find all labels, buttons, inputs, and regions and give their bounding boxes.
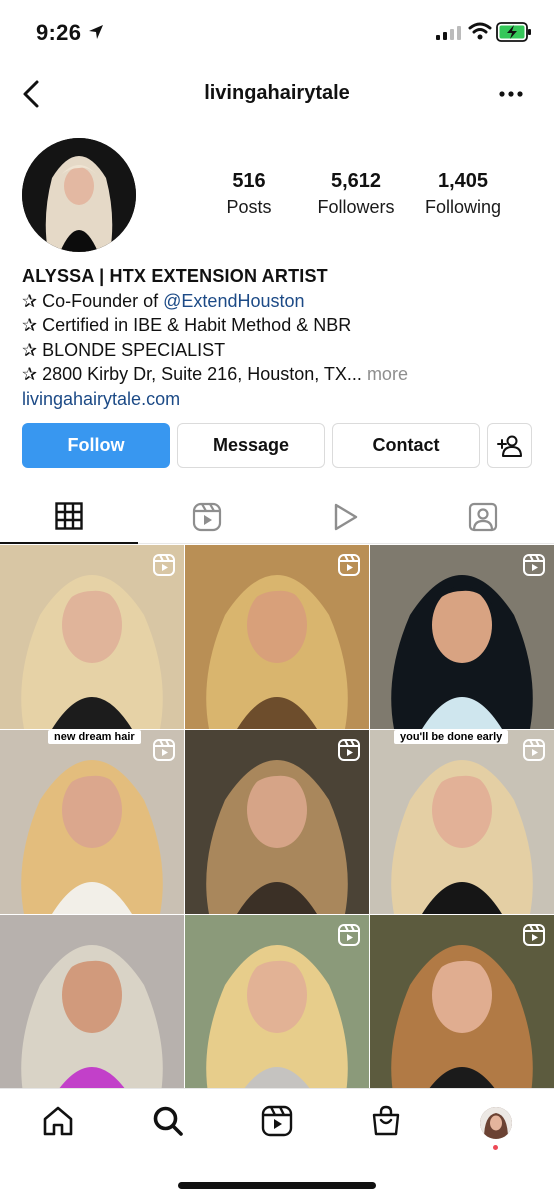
reel-badge-icon xyxy=(338,554,360,576)
tab-videos[interactable] xyxy=(276,490,414,544)
post-caption-overlay: you'll be done early xyxy=(394,730,509,744)
grid-post[interactable] xyxy=(0,915,184,1099)
reel-badge-icon xyxy=(338,739,360,761)
contact-button[interactable]: Contact xyxy=(332,423,480,468)
tab-tagged[interactable] xyxy=(414,490,552,544)
home-indicator[interactable] xyxy=(178,1182,376,1189)
following-count: 1,405 xyxy=(437,170,489,192)
posts-count: 516 xyxy=(232,170,266,192)
posts-stat[interactable]: 516 Posts xyxy=(189,170,309,218)
grid-post[interactable]: you'll be done early xyxy=(370,730,554,914)
bio-text: ✰ 2800 Kirby Dr, Suite 216, Houston, TX.… xyxy=(22,364,362,385)
suggest-people-button[interactable] xyxy=(487,423,532,468)
profile-tabs xyxy=(0,490,554,544)
tab-reels[interactable] xyxy=(138,490,276,544)
reel-badge-icon xyxy=(523,554,545,576)
wifi-icon xyxy=(468,22,492,40)
tagged-icon xyxy=(468,502,498,532)
search-icon[interactable] xyxy=(152,1105,184,1137)
tab-grid[interactable] xyxy=(0,490,138,544)
clock-time: 9:26 xyxy=(36,20,82,45)
reel-badge-icon xyxy=(153,739,175,761)
reel-badge-icon xyxy=(153,554,175,576)
bio-more-link[interactable]: more xyxy=(362,364,408,384)
reel-badge-icon xyxy=(523,739,545,761)
video-play-icon xyxy=(334,503,358,531)
post-caption-overlay: new dream hair xyxy=(48,730,141,744)
profile-header: livingahairytale xyxy=(0,70,554,118)
following-label: Following xyxy=(424,197,502,217)
status-bar: 9:26 xyxy=(0,0,554,64)
grid-post[interactable] xyxy=(185,545,369,729)
notification-dot xyxy=(493,1145,498,1150)
posts-label: Posts xyxy=(226,197,272,217)
grid-post[interactable] xyxy=(0,545,184,729)
page-title: livingahairytale xyxy=(204,82,350,104)
followers-label: Followers xyxy=(317,197,395,217)
following-stat[interactable]: 1,405 Following xyxy=(403,170,523,218)
profile-avatar[interactable] xyxy=(480,1107,512,1139)
more-options-icon[interactable] xyxy=(496,82,528,106)
grid-post[interactable] xyxy=(370,915,554,1099)
location-arrow-icon xyxy=(89,25,103,39)
reel-badge-icon xyxy=(338,924,360,946)
home-icon[interactable] xyxy=(42,1105,74,1137)
bio-line: ✰ Certified in IBE & Habit Method & NBR xyxy=(22,315,352,336)
grid-post[interactable] xyxy=(185,915,369,1099)
website-link[interactable]: livingahairytale.com xyxy=(22,387,542,412)
shop-icon[interactable] xyxy=(370,1105,402,1137)
grid-post[interactable] xyxy=(185,730,369,914)
reels-icon xyxy=(192,502,222,532)
cellular-signal-icon xyxy=(436,26,461,40)
mention-link[interactable]: @ExtendHouston xyxy=(163,291,304,311)
profile-bio: ALYSSA | HTX EXTENSION ARTIST ✰ Co-Found… xyxy=(22,264,542,412)
followers-count: 5,612 xyxy=(330,170,382,192)
battery-charging-icon xyxy=(496,22,531,42)
display-name: ALYSSA | HTX EXTENSION ARTIST xyxy=(22,266,328,286)
grid-icon xyxy=(55,502,83,530)
bio-line: ✰ BLONDE SPECIALIST xyxy=(22,339,226,360)
reel-badge-icon xyxy=(523,924,545,946)
message-button[interactable]: Message xyxy=(177,423,325,468)
reels-icon[interactable] xyxy=(261,1105,293,1137)
followers-stat[interactable]: 5,612 Followers xyxy=(296,170,416,218)
grid-post[interactable]: new dream hair xyxy=(0,730,184,914)
profile-avatar[interactable] xyxy=(22,138,136,252)
bio-line: ✰ 2800 Kirby Dr, Suite 216, Houston, TX.… xyxy=(22,362,542,387)
follow-button[interactable]: Follow xyxy=(22,423,170,468)
add-person-icon xyxy=(496,435,522,457)
bio-line: ✰ Co-Founder of @ExtendHouston xyxy=(22,289,542,314)
bio-text: ✰ Co-Founder of xyxy=(22,290,164,311)
grid-post[interactable] xyxy=(370,545,554,729)
